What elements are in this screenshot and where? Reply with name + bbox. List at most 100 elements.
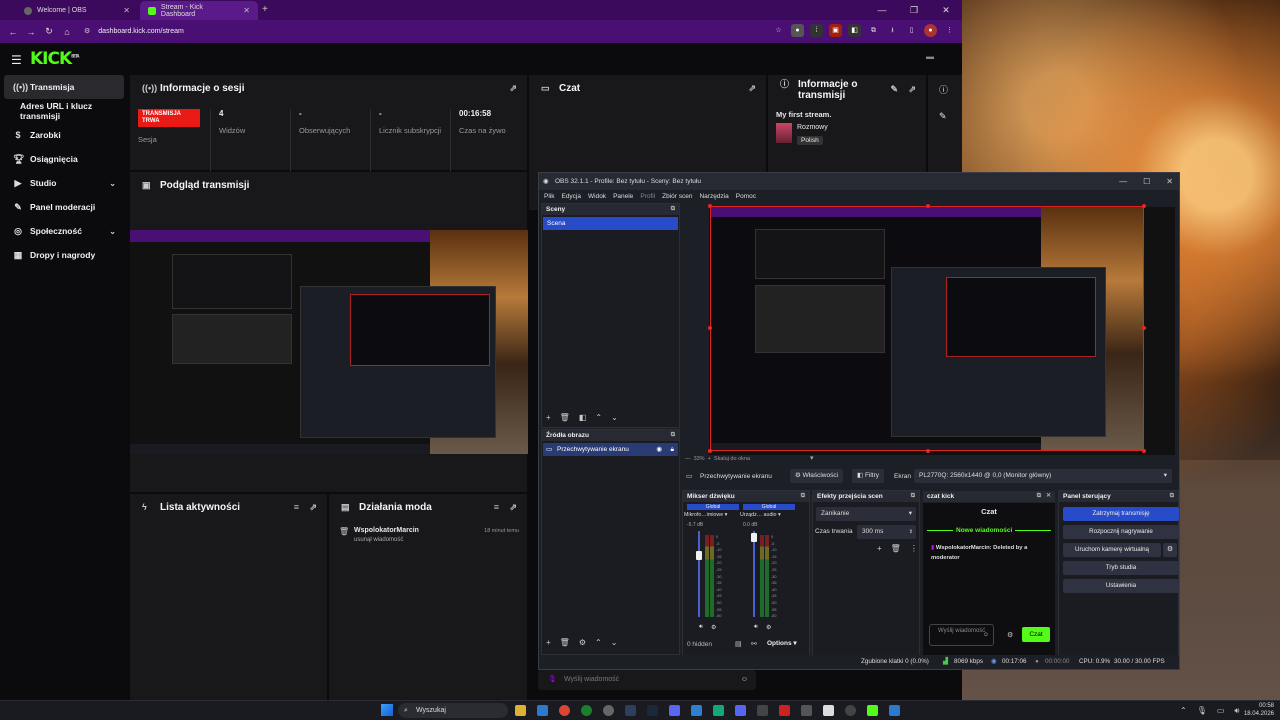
- menu-panele[interactable]: Panele: [613, 190, 633, 203]
- menu-hamburger-icon[interactable]: ☰: [11, 53, 22, 67]
- duration-input[interactable]: 300 ms ⇕: [857, 525, 916, 539]
- file-explorer-icon[interactable]: [515, 705, 526, 716]
- sidebar-item-transmisja[interactable]: ((•)) Transmisja: [4, 75, 124, 99]
- resize-handle[interactable]: [708, 204, 712, 208]
- trash-icon[interactable]: 🗑︎: [560, 413, 570, 422]
- extension-icon[interactable]: ⁞: [810, 24, 823, 37]
- menu-pomoc[interactable]: Pomoc: [736, 190, 756, 203]
- move-up-icon[interactable]: ⌃: [595, 638, 602, 647]
- profile-avatar[interactable]: ●: [924, 24, 937, 37]
- zoom-level[interactable]: — 33% + Skaluj do okna: [685, 456, 750, 462]
- sidebar-item-osiagniecia[interactable]: 🏆︎ Osiągnięcia: [0, 147, 130, 171]
- dock-float-icon[interactable]: ⧉: [911, 491, 915, 502]
- app-icon[interactable]: [691, 705, 702, 716]
- sidebar-item-studio[interactable]: ▶ Studio ⌄: [0, 171, 130, 195]
- taskbar-search[interactable]: ⌕ Wyszukaj: [398, 703, 508, 718]
- edit-pencil-icon[interactable]: ✎: [890, 84, 898, 95]
- kick-logo[interactable]: KICKBETA: [30, 49, 79, 69]
- steam-icon[interactable]: [647, 705, 658, 716]
- dock-float-icon[interactable]: ⧉: [801, 491, 805, 502]
- visibility-eye-icon[interactable]: ◉: [656, 443, 662, 456]
- studio-mode-button[interactable]: Tryb studia: [1063, 561, 1179, 575]
- speaker-icon[interactable]: 🔊︎: [754, 624, 758, 631]
- sidebar-item-spolecznosc[interactable]: ◎ Społeczność ⌄: [0, 219, 130, 243]
- reload-icon[interactable]: ↻: [40, 26, 58, 37]
- tray-chevron-icon[interactable]: ⌃: [1180, 706, 1187, 716]
- app-icon[interactable]: [757, 705, 768, 716]
- nvidia-icon[interactable]: [713, 705, 724, 716]
- scene-item[interactable]: Scena: [543, 217, 678, 230]
- channel-settings-icon[interactable]: ⚙: [766, 624, 771, 631]
- resize-handle[interactable]: [926, 449, 930, 453]
- resize-handle[interactable]: [708, 449, 712, 453]
- settings-button[interactable]: Ustawienia: [1063, 579, 1179, 593]
- channel-settings-icon[interactable]: ⚙: [711, 624, 716, 631]
- url-field[interactable]: ⚙ dashboard.kick.com/stream: [84, 24, 184, 39]
- menu-zbior-scen[interactable]: Zbiór scen: [662, 190, 692, 203]
- move-down-icon[interactable]: ⌄: [611, 413, 618, 422]
- app-icon[interactable]: [845, 705, 856, 716]
- close-tab-icon[interactable]: ✕: [123, 6, 130, 15]
- filters-button[interactable]: ◧ Filtry: [852, 469, 885, 483]
- popout-icon[interactable]: ⇗: [748, 83, 756, 94]
- kick-taskbar-icon[interactable]: [867, 705, 878, 716]
- move-down-icon[interactable]: ⌄: [611, 638, 618, 647]
- more-icon[interactable]: ⋮: [910, 544, 918, 553]
- start-recording-button[interactable]: Rozpocznij nagrywanie: [1063, 525, 1179, 539]
- app-icon[interactable]: [823, 705, 834, 716]
- transition-select[interactable]: Zanikanie ▾: [816, 507, 916, 521]
- menu-plik[interactable]: Plik: [544, 190, 554, 203]
- dock-float-icon[interactable]: ⧉: [1170, 491, 1174, 502]
- options-button[interactable]: Options ▾: [767, 639, 797, 647]
- edit-pencil-icon[interactable]: ✎: [939, 111, 947, 122]
- extension-icon[interactable]: ◧: [848, 24, 861, 37]
- speaker-icon[interactable]: 🔊︎: [699, 624, 703, 631]
- virtual-camera-settings-icon[interactable]: ⚙: [1163, 543, 1177, 557]
- trash-icon[interactable]: 🗑︎: [560, 638, 570, 647]
- send-chat-button[interactable]: Czat: [1022, 627, 1050, 642]
- stream-preview-video[interactable]: [130, 230, 528, 454]
- dock-float-icon[interactable]: ⧉: [671, 430, 675, 441]
- sidebar-item-zarobki[interactable]: $ Zarobki: [0, 123, 130, 147]
- resize-handle[interactable]: [1142, 204, 1146, 208]
- hidden-count[interactable]: 0 hidden: [687, 641, 712, 648]
- xbox-icon[interactable]: [581, 705, 592, 716]
- sidebar-item-stream-key[interactable]: Adres URL i klucz transmisji: [0, 99, 130, 123]
- stop-stream-button[interactable]: Zatrzymaj transmisję: [1063, 507, 1179, 521]
- tab-kick-dashboard[interactable]: Stream - Kick Dashboard ✕: [140, 1, 258, 20]
- extension-icon[interactable]: ●: [791, 24, 804, 37]
- close-tab-icon[interactable]: ✕: [243, 6, 250, 15]
- new-tab-button[interactable]: +: [262, 4, 268, 15]
- minimize-button[interactable]: —: [1119, 173, 1127, 190]
- forward-icon[interactable]: →: [22, 27, 40, 37]
- stepper-icon[interactable]: ⇕: [909, 525, 913, 539]
- channel-name[interactable]: Mikrofo…imiowe ▾: [684, 512, 727, 518]
- add-icon[interactable]: +: [877, 544, 882, 553]
- screen-select[interactable]: PL2770Q: 2560x1440 @ 0,0 (Monitor główny…: [914, 469, 1172, 483]
- sidebar-item-panel-moderacji[interactable]: ✎ Panel moderacji: [0, 195, 130, 219]
- add-icon[interactable]: +: [546, 638, 551, 647]
- mic-icon[interactable]: 🎙︎: [1197, 706, 1207, 716]
- trash-icon[interactable]: 🗑︎: [891, 544, 901, 553]
- obs-taskbar-icon[interactable]: [603, 705, 614, 716]
- resize-handle[interactable]: [1142, 449, 1146, 453]
- extension-icon[interactable]: ▣: [829, 24, 842, 37]
- sidebar-item-dropy[interactable]: ▦ Dropy i nagrody: [0, 243, 130, 267]
- menu-narzedzia[interactable]: Narzędzia: [699, 190, 728, 203]
- dock-float-icon[interactable]: ⧉: [671, 204, 675, 215]
- popout-icon[interactable]: ⇗: [509, 502, 517, 513]
- edge-icon[interactable]: [537, 705, 548, 716]
- chat-settings-icon[interactable]: ⚙: [1007, 631, 1013, 639]
- popout-icon[interactable]: ⇗: [509, 83, 517, 94]
- channel-name[interactable]: Urządz… audio ▾: [740, 512, 781, 518]
- properties-button[interactable]: ⚙ Właściwości: [790, 469, 844, 483]
- chevron-down-icon[interactable]: ▾: [810, 454, 814, 462]
- resize-handle[interactable]: [926, 204, 930, 208]
- split-view-icon[interactable]: ▯: [905, 24, 918, 37]
- discord-icon[interactable]: [735, 705, 746, 716]
- chrome-icon[interactable]: [559, 705, 570, 716]
- emoji-icon[interactable]: ☺: [983, 631, 989, 639]
- bookmark-star-icon[interactable]: ☆: [772, 24, 785, 37]
- back-icon[interactable]: ←: [4, 27, 22, 37]
- close-dock-icon[interactable]: ✕: [1046, 491, 1051, 502]
